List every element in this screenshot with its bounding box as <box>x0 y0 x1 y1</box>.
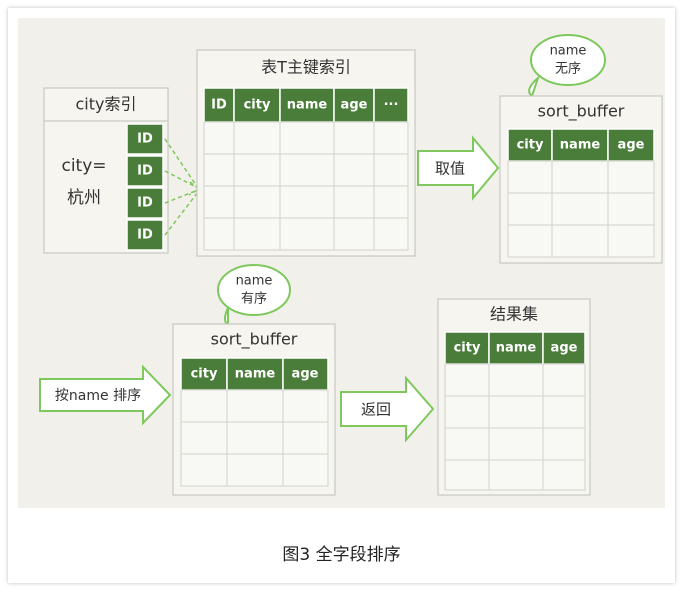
sort-buffer-bottom-header: city name age <box>180 357 329 391</box>
pk-col-city: city <box>244 98 271 113</box>
sbt-col-city: city <box>517 138 544 153</box>
sort-buffer-top-header: city name age <box>507 128 655 162</box>
city-index-id-label: ID <box>137 132 153 147</box>
pk-index-title: 表T主键索引 <box>261 58 351 77</box>
sort-arrow: 按name 排序 <box>39 364 172 426</box>
pk-index-table: 表T主键索引 ID city name age ··· <box>196 49 416 257</box>
return-arrow: 返回 <box>340 375 435 443</box>
pointer-line <box>164 191 199 236</box>
bubble-shape <box>217 264 291 316</box>
city-index-id-label: ID <box>137 228 153 243</box>
fetch-arrow-label: 取值 <box>435 160 465 178</box>
rs-col-city: city <box>454 341 481 356</box>
sort-buffer-bottom-grid <box>180 389 329 487</box>
rs-col-age: age <box>551 341 578 356</box>
sort-buffer-top-title: sort_buffer <box>538 102 625 122</box>
bubble-line2: 有序 <box>241 292 267 307</box>
bubble-line2: 无序 <box>555 62 581 77</box>
pk-col-id: ID <box>211 98 227 113</box>
sort-buffer-top-bubble: name 无序 <box>528 34 606 98</box>
city-index-id-label: ID <box>137 164 153 179</box>
fetch-arrow: 取值 <box>417 135 500 201</box>
city-index-id-3: ID <box>126 219 164 251</box>
city-index-title: city索引 <box>76 95 137 114</box>
pointer-line <box>164 138 199 189</box>
pk-col-more: ··· <box>384 98 399 113</box>
id-pointer-lines <box>164 138 201 236</box>
bubble-shape <box>530 34 606 86</box>
sort-buffer-bottom-bubble: name 有序 <box>217 264 291 329</box>
sbb-col-age: age <box>292 367 319 382</box>
return-arrow-label: 返回 <box>361 401 391 419</box>
result-set-table: 结果集 city name age <box>437 298 591 496</box>
city-index-id-1: ID <box>126 155 164 187</box>
pk-index-grid <box>203 121 409 251</box>
pk-col-name: name <box>287 98 328 113</box>
sort-buffer-bottom-table: sort_buffer city name age <box>172 323 336 496</box>
figure-frame: city索引 city= 杭州 ID ID ID ID 表T主键索引 ID ci… <box>8 8 675 583</box>
sort-arrow-label: 按name 排序 <box>55 388 141 404</box>
bubble-tail <box>224 307 229 329</box>
sbt-col-name: name <box>560 138 601 153</box>
diagram-canvas: city索引 city= 杭州 ID ID ID ID 表T主键索引 ID ci… <box>18 18 665 508</box>
bubble-line1: name <box>236 274 273 289</box>
bubble-tail <box>528 74 541 98</box>
sort-buffer-bottom-title: sort_buffer <box>211 330 298 350</box>
diagram-svg: city索引 city= 杭州 ID ID ID ID 表T主键索引 ID ci… <box>39 34 663 496</box>
pk-index-header: ID city name age ··· <box>203 87 409 123</box>
result-set-header: city name age <box>444 331 586 365</box>
city-index-key-line2: 杭州 <box>67 188 101 208</box>
pk-col-age: age <box>341 98 368 113</box>
sbt-col-age: age <box>618 138 645 153</box>
city-index-key-line1: city= <box>61 156 106 176</box>
city-index-table: city索引 city= 杭州 ID ID ID ID <box>43 87 169 254</box>
city-index-id-2: ID <box>126 187 164 219</box>
city-index-id-0: ID <box>126 123 164 155</box>
city-index-id-label: ID <box>137 196 153 211</box>
result-set-title: 结果集 <box>490 305 538 324</box>
pointer-line <box>164 189 199 204</box>
sort-buffer-top-grid <box>507 160 655 258</box>
figure-caption: 图3 全字段排序 <box>282 545 401 565</box>
sort-buffer-top-table: sort_buffer city name age <box>499 95 663 264</box>
sbb-col-city: city <box>191 367 218 382</box>
bubble-line1: name <box>550 44 587 59</box>
rs-col-name: name <box>496 341 537 356</box>
sbb-col-name: name <box>235 367 276 382</box>
result-set-grid <box>444 363 586 491</box>
